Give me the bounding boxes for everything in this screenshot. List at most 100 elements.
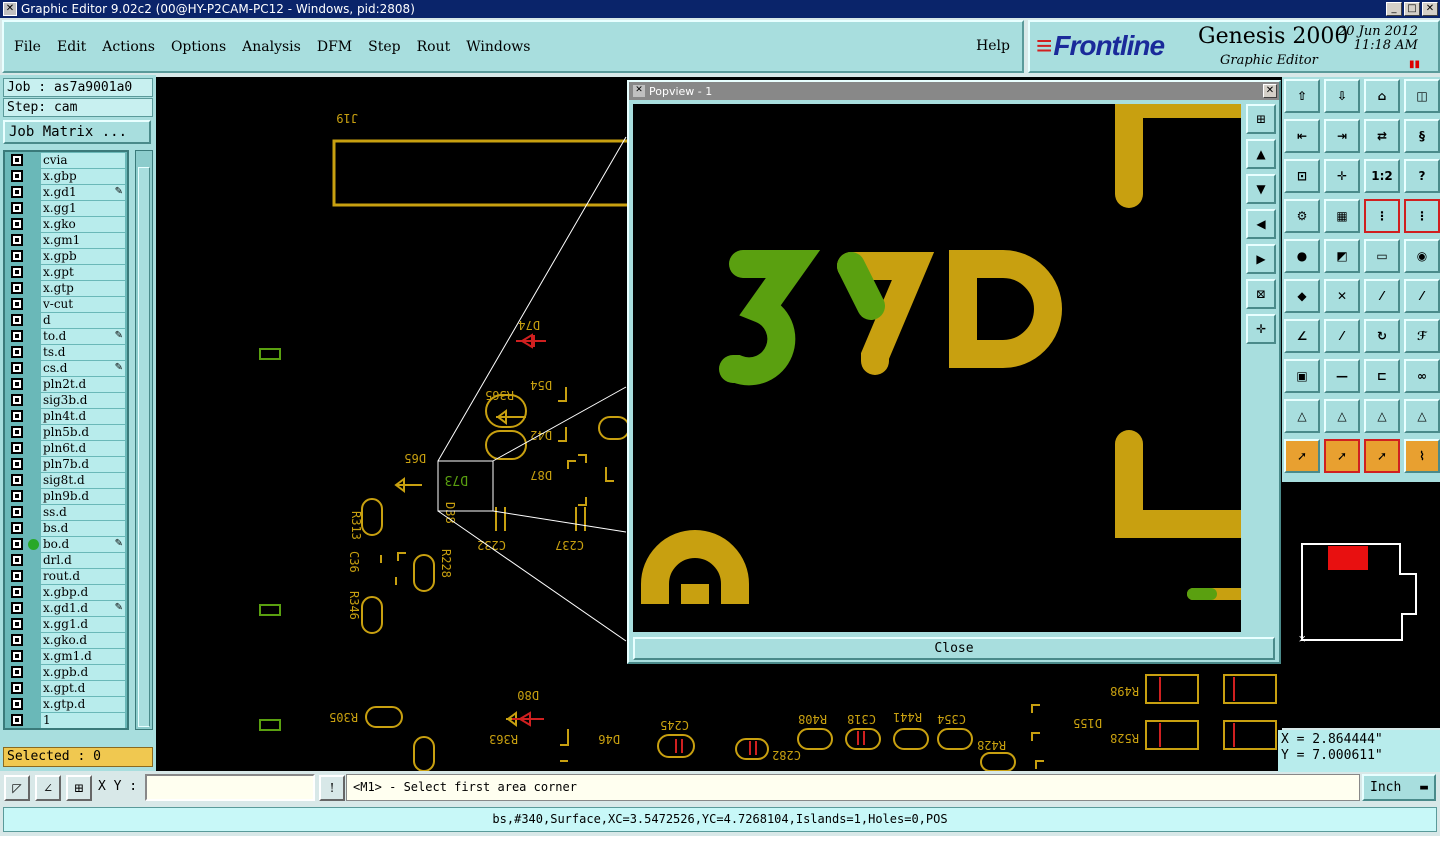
layer-name[interactable]: sig3b.d — [41, 392, 125, 408]
layer-row[interactable]: x.gtp — [5, 280, 127, 296]
maximize-button[interactable]: □ — [1404, 2, 1420, 16]
popview-zoom-in-icon[interactable]: ⊞ — [1246, 104, 1276, 134]
arc-icon[interactable]: ↻ — [1364, 319, 1400, 353]
pen-icon[interactable]: ● — [1284, 239, 1320, 273]
tri3-icon[interactable]: △ — [1364, 399, 1400, 433]
line-node-icon[interactable]: ⁄ — [1364, 279, 1400, 313]
layer-name[interactable]: x.gtp.d — [41, 696, 125, 712]
snap-circle-icon[interactable]: ◉ — [1404, 239, 1440, 273]
popview-close-icon[interactable]: ✕ — [1263, 84, 1277, 98]
layer-row[interactable]: x.gko — [5, 216, 127, 232]
layer-row[interactable]: 1 — [5, 712, 127, 728]
layer-checkbox[interactable] — [11, 170, 23, 182]
layer-checkbox[interactable] — [11, 666, 23, 678]
layer-checkbox[interactable] — [11, 490, 23, 502]
layer-row[interactable]: x.gm1 — [5, 232, 127, 248]
layer-checkbox[interactable] — [11, 570, 23, 582]
layer-row[interactable]: x.gbp — [5, 168, 127, 184]
layer-row[interactable]: x.gpt.d — [5, 680, 127, 696]
layer-row[interactable]: x.gtp.d — [5, 696, 127, 712]
line-node2-icon[interactable]: ⁄ — [1404, 279, 1440, 313]
layer-row[interactable]: x.gm1.d — [5, 648, 127, 664]
layer-name[interactable]: v-cut — [41, 296, 125, 312]
layer-name[interactable]: pln4t.d — [41, 408, 125, 424]
zoom-next-icon[interactable]: ⇥ — [1324, 119, 1360, 153]
close-window-button[interactable]: ✕ — [1422, 2, 1438, 16]
layer-checkbox[interactable] — [11, 234, 23, 246]
layer-row[interactable]: x.gpb.d — [5, 664, 127, 680]
layer-checkbox[interactable] — [11, 250, 23, 262]
grid-icon[interactable]: ▦ — [1324, 199, 1360, 233]
layer-name[interactable]: x.gm1.d — [41, 648, 125, 664]
layer-checkbox[interactable] — [11, 458, 23, 470]
layer-checkbox[interactable] — [11, 202, 23, 214]
popview-titlebar[interactable]: ✕ Popview - 1 — [629, 82, 1279, 100]
layer-checkbox[interactable] — [11, 650, 23, 662]
layer-checkbox[interactable] — [11, 474, 23, 486]
cross-icon[interactable]: ✕ — [1324, 279, 1360, 313]
layer-checkbox[interactable] — [11, 602, 23, 614]
layer-row[interactable]: d — [5, 312, 127, 328]
layer-checkbox[interactable] — [11, 362, 23, 374]
grid-snap-icon[interactable]: ⊞ — [66, 775, 92, 801]
pad-icon[interactable]: ▣ — [1284, 359, 1320, 393]
layer-checkbox[interactable] — [11, 346, 23, 358]
layer-checkbox[interactable] — [11, 426, 23, 438]
layer-row[interactable]: pln5b.d — [5, 424, 127, 440]
layer-checkbox[interactable] — [11, 506, 23, 518]
layer-checkbox[interactable] — [11, 698, 23, 710]
layer-row[interactable]: rout.d — [5, 568, 127, 584]
layer-row[interactable]: pln9b.d — [5, 488, 127, 504]
popview-window[interactable]: ✕ Popview - 1 ✕ ⊞ ▲ ▼ ◀ ▶ ⊠ ✛ Close — [627, 80, 1281, 664]
angle-snap-icon[interactable]: ∠ — [35, 775, 61, 801]
bracket-icon[interactable]: ⊏ — [1364, 359, 1400, 393]
layer-checkbox[interactable] — [11, 378, 23, 390]
zoom-prev-icon[interactable]: ⇤ — [1284, 119, 1320, 153]
layer-checkbox[interactable] — [11, 634, 23, 646]
layer-scrollbar[interactable] — [135, 150, 153, 730]
home-up-icon[interactable]: ⇧ — [1284, 79, 1320, 113]
layer-row[interactable]: x.gg1.d — [5, 616, 127, 632]
layer-row[interactable]: pln6t.d — [5, 440, 127, 456]
minimap[interactable]: × — [1282, 482, 1440, 728]
xy-input[interactable] — [145, 774, 315, 801]
layer-name[interactable]: rout.d — [41, 568, 125, 584]
layer-name[interactable]: cs.d — [41, 360, 125, 376]
fit-icon[interactable]: ⊡ — [1284, 159, 1320, 193]
layer-row[interactable]: sig3b.d — [5, 392, 127, 408]
layer-name[interactable]: d — [41, 312, 125, 328]
layer-name[interactable]: to.d — [41, 328, 125, 344]
layer-name[interactable]: x.gd1 — [41, 184, 125, 200]
slash-icon[interactable]: ⁄ — [1324, 319, 1360, 353]
layer-name[interactable]: pln2t.d — [41, 376, 125, 392]
layer-checkbox[interactable] — [11, 554, 23, 566]
net2-icon[interactable]: ⋮ — [1404, 199, 1440, 233]
layer-checkbox[interactable] — [11, 538, 23, 550]
tri1-icon[interactable]: △ — [1284, 399, 1320, 433]
window-icon[interactable]: ◫ — [1404, 79, 1440, 113]
layer-name[interactable]: x.gko.d — [41, 632, 125, 648]
layer-name[interactable]: pln7b.d — [41, 456, 125, 472]
layer-row[interactable]: cs.d ✎ — [5, 360, 127, 376]
layer-row[interactable]: pln4t.d — [5, 408, 127, 424]
popview-fit-icon[interactable]: ⊠ — [1246, 279, 1276, 309]
circles-icon[interactable]: ∞ — [1404, 359, 1440, 393]
route-icon[interactable]: § — [1404, 119, 1440, 153]
popview-left-icon[interactable]: ◀ — [1246, 209, 1276, 239]
layer-row[interactable]: x.gg1 — [5, 200, 127, 216]
pointer3-icon[interactable]: ➚ — [1364, 439, 1400, 473]
layer-checkbox[interactable] — [11, 266, 23, 278]
layer-name[interactable]: x.gtp — [41, 280, 125, 296]
layer-checkbox[interactable] — [11, 586, 23, 598]
menu-file[interactable]: File — [14, 39, 41, 55]
menu-actions[interactable]: Actions — [102, 39, 155, 55]
layer-checkbox[interactable] — [11, 618, 23, 630]
house-icon[interactable]: ⌂ — [1364, 79, 1400, 113]
layer-row[interactable]: x.gd1 ✎ — [5, 184, 127, 200]
layer-checkbox[interactable] — [11, 314, 23, 326]
layer-checkbox[interactable] — [11, 442, 23, 454]
center-icon[interactable]: ✛ — [1324, 159, 1360, 193]
layer-checkbox[interactable] — [11, 330, 23, 342]
layer-row[interactable]: ts.d — [5, 344, 127, 360]
menu-rout[interactable]: Rout — [417, 39, 451, 55]
